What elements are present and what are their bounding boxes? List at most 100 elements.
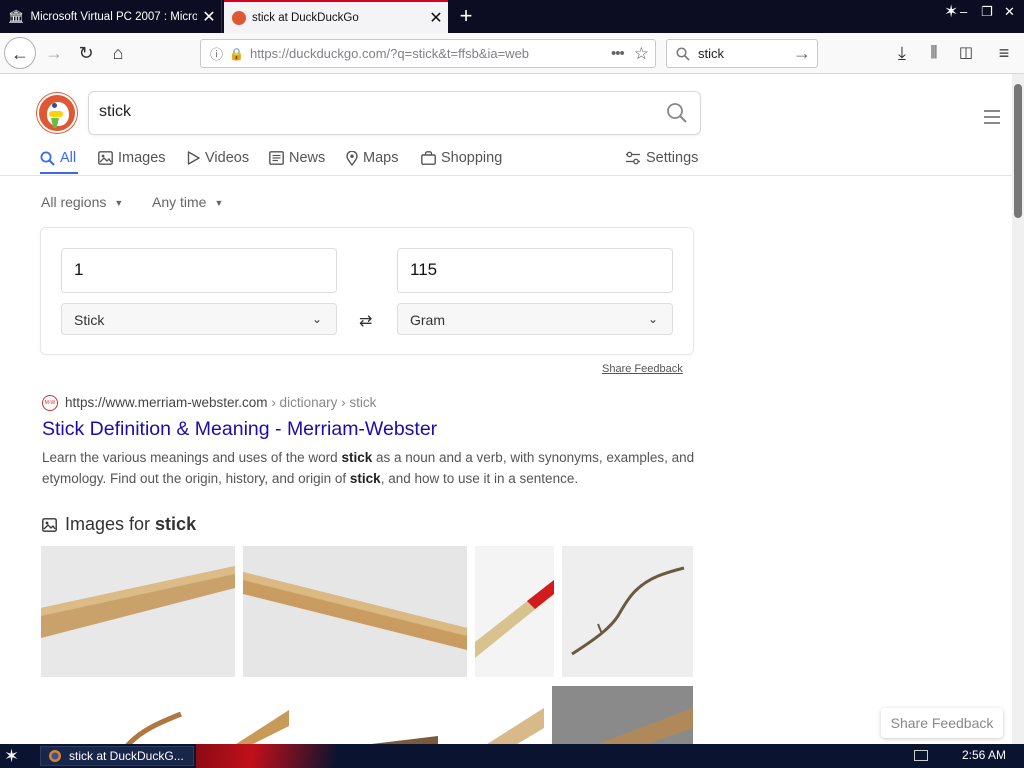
search-button[interactable] <box>666 102 688 124</box>
images-heading-query: stick <box>155 514 197 534</box>
close-tab-icon[interactable]: ✕ <box>197 7 221 27</box>
swap-units-icon[interactable]: ⇄ <box>359 311 372 331</box>
image-result[interactable] <box>193 686 289 744</box>
clock[interactable]: 2:56 AM <box>962 748 1006 762</box>
image-icon <box>42 517 57 532</box>
new-tab-button[interactable]: + <box>452 3 480 29</box>
region-filter[interactable]: All regions ▼ <box>41 194 123 210</box>
search-input[interactable]: stick <box>99 103 131 121</box>
restore-icon[interactable]: ❐ <box>981 4 993 20</box>
taskbar-item-label: stick at DuckDuckG... <box>69 749 184 763</box>
result-snippet: Learn the various meanings and uses of t… <box>42 447 702 489</box>
menu-icon[interactable]: ≡ <box>988 37 1020 69</box>
share-feedback-button[interactable]: Share Feedback <box>881 708 1003 738</box>
image-result[interactable] <box>444 686 544 744</box>
tab-label: Videos <box>205 150 250 166</box>
share-feedback-link[interactable]: Share Feedback <box>602 363 683 375</box>
merriam-webster-favicon: M-W <box>42 395 58 411</box>
virtual-pc-star-icon[interactable]: ✶ <box>944 2 958 22</box>
from-value-input[interactable]: 1 <box>61 248 337 293</box>
tab-virtual-pc[interactable]: 🏛 Microsoft Virtual PC 2007 : Microso ✕ <box>0 0 222 33</box>
caret-down-icon: ▼ <box>114 198 124 209</box>
duckduckgo-logo[interactable] <box>37 93 77 133</box>
tab-label: Images <box>118 150 166 166</box>
to-unit-label: Gram <box>410 312 445 328</box>
page-content: stick All Images Videos News Maps Shoppi… <box>0 74 1012 744</box>
tab-duckduckgo[interactable]: stick at DuckDuckGo ✕ <box>224 0 448 33</box>
info-icon[interactable]: ⓘ <box>210 44 223 63</box>
close-window-icon[interactable]: ✕ <box>1004 4 1015 20</box>
downloads-icon[interactable]: ⤓ <box>886 37 918 69</box>
to-value-input[interactable]: 115 <box>397 248 673 293</box>
reload-button[interactable]: ↻ <box>70 37 102 69</box>
sliders-icon <box>626 151 640 165</box>
image-result[interactable] <box>41 546 235 677</box>
newspaper-icon <box>269 151 284 165</box>
tab-label: Shopping <box>441 150 503 166</box>
snippet-highlight: stick <box>349 471 381 486</box>
browser-nav-bar: ← → ↻ ⌂ ⓘ 🔒 https://duckduckgo.com/?q=st… <box>0 33 1024 74</box>
region-filter-label: All regions <box>41 194 107 210</box>
image-result[interactable] <box>552 686 693 744</box>
bookmark-star-icon[interactable]: ☆ <box>634 44 649 64</box>
from-unit-label: Stick <box>74 312 105 328</box>
images-section-heading[interactable]: Images for stick <box>42 514 196 535</box>
search-icon <box>676 46 690 61</box>
image-result[interactable] <box>562 546 693 677</box>
tab-shopping[interactable]: Shopping <box>421 150 502 166</box>
tab-label: Maps <box>363 150 399 166</box>
tab-news[interactable]: News <box>269 150 325 166</box>
sidebar-toggle-icon[interactable]: ◫ <box>950 37 982 69</box>
result-url[interactable]: https://www.merriam-webster.com › dictio… <box>65 395 376 410</box>
back-button[interactable]: ← <box>4 37 36 69</box>
tab-videos[interactable]: Videos <box>187 150 249 166</box>
go-arrow-icon[interactable]: → <box>793 43 811 64</box>
hamburger-menu-icon[interactable] <box>984 110 1000 124</box>
tab-maps[interactable]: Maps <box>346 150 398 166</box>
library-icon[interactable]: ⫼ <box>918 37 950 69</box>
page-scrollbar[interactable] <box>1012 74 1024 744</box>
forward-button[interactable]: → <box>38 37 70 69</box>
chevron-down-icon: ⌄ <box>647 312 658 326</box>
to-unit-select[interactable]: Gram ⌄ <box>397 303 673 335</box>
result-breadcrumb: › dictionary › stick <box>271 395 377 410</box>
page-actions-icon[interactable]: ••• <box>611 45 625 62</box>
result-domain: https://www.merriam-webster.com <box>65 395 268 410</box>
search-tabs: All Images Videos News Maps Shopping Set… <box>40 146 1000 176</box>
images-heading-prefix: Images for <box>65 514 156 534</box>
minimize-icon[interactable]: – <box>960 4 967 19</box>
taskbar: ✶ stick at DuckDuckG... 2:56 AM <box>0 744 1024 768</box>
tab-all[interactable]: All <box>40 150 76 166</box>
search-icon <box>40 151 55 166</box>
duck-eye-icon <box>52 103 57 108</box>
time-filter-label: Any time <box>152 194 207 210</box>
time-filter[interactable]: Any time ▼ <box>152 194 223 210</box>
url-text: https://duckduckgo.com/?q=stick&t=ffsb&i… <box>249 46 530 61</box>
tab-label: All <box>60 150 77 166</box>
keyboard-icon[interactable] <box>914 750 928 761</box>
scrollbar-thumb[interactable] <box>1014 84 1022 218</box>
url-bar[interactable]: ⓘ 🔒 https://duckduckgo.com/?q=stick&t=ff… <box>200 39 656 68</box>
home-button[interactable]: ⌂ <box>102 37 134 69</box>
play-icon <box>187 151 200 165</box>
active-tab-indicator <box>40 172 78 174</box>
shopping-bag-icon <box>421 151 436 165</box>
snippet-highlight: stick <box>341 450 373 465</box>
taskbar-item-firefox[interactable]: stick at DuckDuckG... <box>40 746 194 766</box>
settings-label: Settings <box>646 150 699 166</box>
image-result[interactable] <box>295 686 438 744</box>
browser-search-box[interactable]: stick → <box>666 39 818 68</box>
start-button[interactable]: ✶ <box>4 746 30 766</box>
tab-title: stick at DuckDuckGo <box>252 11 359 24</box>
result-title-link[interactable]: Stick Definition & Meaning - Merriam-Web… <box>42 418 437 441</box>
search-form: stick <box>88 91 701 135</box>
settings-button[interactable]: Settings <box>625 150 698 166</box>
snippet-text: Learn the various meanings and uses of t… <box>42 450 342 465</box>
tab-images[interactable]: Images <box>98 150 166 166</box>
image-result[interactable] <box>41 686 187 744</box>
image-result[interactable] <box>475 546 554 677</box>
snippet-text: , and how to use it in a sentence. <box>380 471 579 486</box>
image-result[interactable] <box>243 546 467 677</box>
close-tab-icon[interactable]: ✕ <box>424 8 448 28</box>
from-unit-select[interactable]: Stick ⌄ <box>61 303 337 335</box>
